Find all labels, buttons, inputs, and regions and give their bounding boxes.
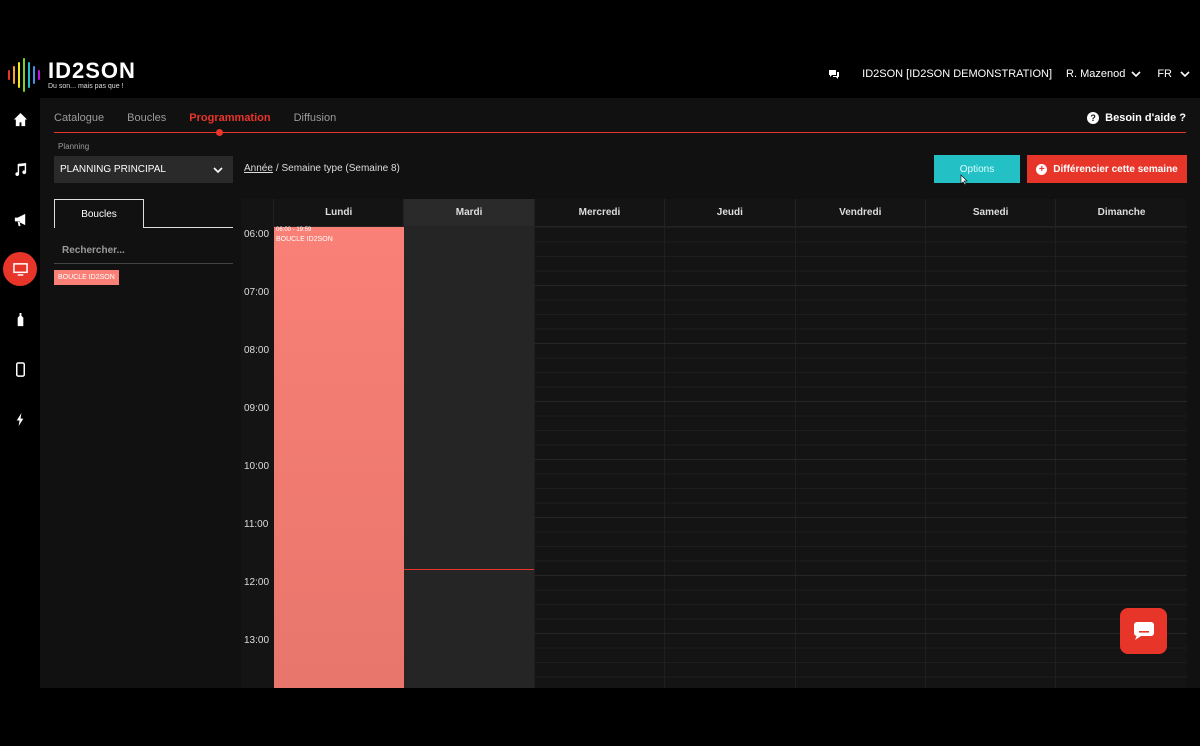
chat-button[interactable] (1120, 608, 1167, 654)
breadcrumb-year-link[interactable]: Année (244, 163, 273, 174)
rail-music[interactable] (0, 152, 40, 186)
event-title: BOUCLE ID2SON (276, 236, 333, 243)
chevron-down-icon[interactable] (1131, 69, 1141, 79)
plus-circle-icon: + (1036, 163, 1048, 175)
user-name[interactable]: R. Mazenod (1066, 68, 1125, 80)
loop-item[interactable]: BOUCLE ID2SON (54, 270, 119, 285)
day-header-dimanche: Dimanche (1056, 199, 1187, 227)
hour-gridline (274, 343, 1187, 344)
hour-label: 06:00 (244, 229, 270, 240)
hour-label: 09:00 (244, 403, 270, 414)
planning-selected-value: PLANNING PRINCIPAL (60, 164, 166, 175)
active-tab-indicator (216, 129, 223, 136)
mouse-pointer-icon (960, 174, 968, 186)
phone-icon (15, 361, 25, 377)
chevron-down-icon (213, 167, 223, 174)
day-header-mardi: Mardi (404, 199, 535, 227)
hour-gridline (274, 285, 1187, 286)
day-column-mercredi[interactable] (534, 227, 666, 688)
tab-boucles[interactable]: Boucles (127, 112, 166, 124)
hour-gridline (274, 517, 1187, 518)
tab-loops[interactable]: Boucles (54, 199, 144, 228)
planning-select[interactable]: PLANNING PRINCIPAL (54, 156, 233, 183)
week-calendar: Lundi Mardi Mercredi Jeudi Vendredi Same… (241, 199, 1187, 688)
hour-label: 07:00 (244, 287, 270, 298)
breadcrumb: Année / Semaine type (Semaine 8) (244, 163, 400, 174)
day-columns: 06:00 - 19:59 BOUCLE ID2SON (274, 227, 1187, 688)
day-column-mardi[interactable] (404, 227, 535, 688)
help-label: Besoin d'aide ? (1105, 112, 1186, 124)
calendar-header: Lundi Mardi Mercredi Jeudi Vendredi Same… (241, 199, 1187, 227)
help-link[interactable]: ? Besoin d'aide ? (1087, 112, 1186, 124)
app-logo[interactable]: ID2SON Du son... mais pas que ! (8, 58, 136, 92)
main-panel: Catalogue Boucles Programmation Diffusio… (40, 98, 1200, 688)
hour-label: 12:00 (244, 577, 270, 588)
hour-label: 10:00 (244, 461, 270, 472)
question-icon: ? (1087, 112, 1100, 124)
rail-display[interactable] (0, 252, 40, 286)
tab-programmation[interactable]: Programmation (189, 112, 270, 124)
rail-mobile[interactable] (0, 352, 40, 386)
rail-lightning[interactable] (0, 402, 40, 436)
hour-label: 13:00 (244, 635, 270, 646)
top-header: ID2SON Du son... mais pas que ! ID2SON [… (0, 52, 1200, 98)
language-selector[interactable]: FR (1157, 68, 1172, 80)
hour-gridline (274, 575, 1187, 576)
breadcrumb-separator: / (275, 163, 279, 174)
hour-label: 11:00 (244, 519, 269, 530)
planning-label: Planning (58, 142, 90, 151)
organization-name[interactable]: ID2SON [ID2SON DEMONSTRATION] (862, 68, 1052, 80)
breadcrumb-current: Semaine type (Semaine 8) (281, 163, 400, 174)
time-gutter-header (241, 199, 274, 227)
tab-catalogue[interactable]: Catalogue (54, 112, 104, 124)
calendar-event[interactable]: 06:00 - 19:59 BOUCLE ID2SON (274, 227, 404, 688)
day-header-vendredi: Vendredi (795, 199, 926, 227)
music-icon (14, 162, 26, 176)
day-header-samedi: Samedi (925, 199, 1057, 227)
day-header-mercredi: Mercredi (534, 199, 666, 227)
logo-name: ID2SON (48, 57, 136, 83)
hour-gridline (274, 459, 1187, 460)
event-time: 06:00 - 19:59 (276, 227, 312, 233)
rail-announcements[interactable] (0, 202, 40, 236)
tab-divider (144, 227, 233, 228)
section-tabs: Catalogue Boucles Programmation Diffusio… (54, 112, 359, 124)
bottle-icon (17, 312, 23, 326)
hour-label: 08:00 (244, 345, 270, 356)
day-header-jeudi: Jeudi (665, 199, 796, 227)
options-button[interactable]: Options (934, 155, 1020, 183)
logo-bars-icon (8, 58, 40, 92)
chevron-down-icon[interactable] (1180, 69, 1190, 79)
differentiate-week-button[interactable]: + Différencier cette semaine (1027, 155, 1187, 183)
monitor-icon (12, 262, 28, 276)
day-column-samedi[interactable] (926, 227, 1057, 688)
lightning-icon (16, 412, 23, 426)
hour-gridline (274, 633, 1187, 634)
day-header-lundi: Lundi (274, 199, 405, 227)
day-column-vendredi[interactable] (795, 227, 926, 688)
header-right: ID2SON [ID2SON DEMONSTRATION] R. Mazenod… (828, 68, 1190, 80)
rail-bottle[interactable] (0, 302, 40, 336)
differentiate-week-label: Différencier cette semaine (1053, 163, 1178, 175)
home-icon (13, 112, 27, 126)
megaphone-icon (14, 213, 25, 226)
chat-icon (1133, 622, 1154, 640)
search-input[interactable] (54, 238, 233, 264)
hour-gridline (274, 401, 1187, 402)
rail-home[interactable] (0, 102, 40, 136)
chat-bubbles-icon[interactable] (828, 69, 840, 79)
day-column-jeudi[interactable] (665, 227, 796, 688)
tab-diffusion[interactable]: Diffusion (294, 112, 337, 124)
left-nav-rail (0, 98, 40, 688)
logo-tagline: Du son... mais pas que ! (48, 82, 124, 90)
current-time-line (404, 569, 534, 570)
tab-underline (54, 132, 1186, 133)
